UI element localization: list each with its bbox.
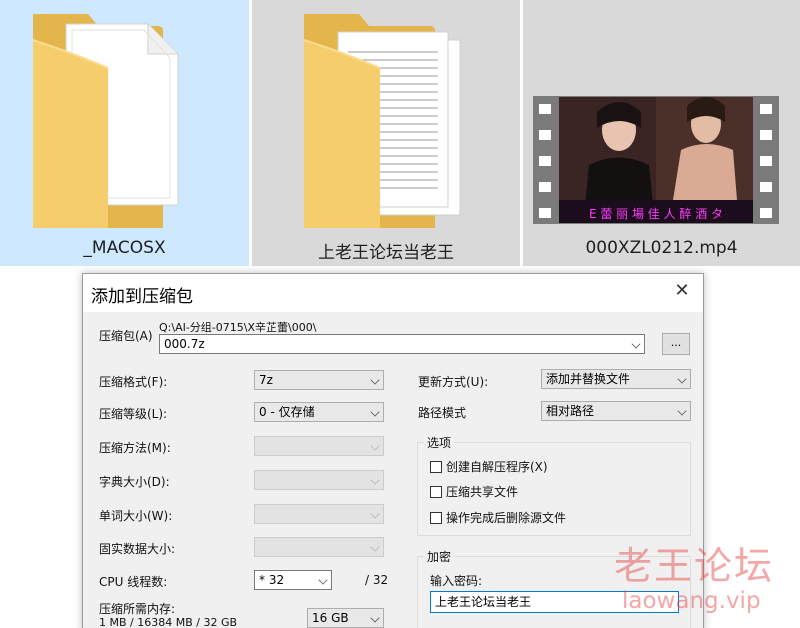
- word-select[interactable]: [254, 504, 384, 524]
- word-label: 单词大小(W):: [99, 509, 173, 523]
- archive-name-value: 000.7z: [164, 337, 205, 351]
- folder-tile-laowang[interactable]: 上老王论坛当老王: [252, 0, 520, 266]
- method-select[interactable]: [254, 436, 384, 456]
- sfx-checkbox-label: 创建自解压程序(X): [446, 460, 548, 474]
- chevron-down-icon: [370, 509, 380, 519]
- archive-name-input[interactable]: 000.7z: [159, 334, 645, 354]
- method-label: 压缩方法(M):: [99, 441, 171, 455]
- format-label: 压缩格式(F):: [99, 375, 168, 389]
- chevron-down-icon: [370, 613, 380, 623]
- update-value: 添加并替换文件: [546, 372, 631, 386]
- threads-select[interactable]: * 32: [254, 570, 332, 590]
- memory-select[interactable]: 16 GB: [307, 608, 384, 628]
- update-select[interactable]: 添加并替换文件: [541, 369, 691, 389]
- add-to-archive-dialog: 添加到压缩包 ✕ 压缩包(A) Q:\AI-分组-0715\X辛芷蕾\000\ …: [82, 273, 704, 628]
- chevron-down-icon: [318, 575, 328, 585]
- sfx-checkbox[interactable]: 创建自解压程序(X): [430, 458, 548, 475]
- dict-label: 字典大小(D):: [99, 475, 170, 489]
- threads-label: CPU 线程数:: [99, 575, 168, 589]
- chevron-down-icon: [677, 374, 687, 384]
- level-value: 0 - 仅存储: [259, 405, 315, 419]
- pathmode-select[interactable]: 相对路径: [541, 401, 691, 421]
- checkbox-icon: [430, 461, 442, 473]
- encryption-legend: 加密: [424, 548, 455, 565]
- file-explorer-view: _MACOSX 上老王论坛当老王 E 蕾 丽 場 佳 人 醉 酒 タ 000XZ…: [0, 0, 800, 266]
- shared-files-checkbox-label: 压缩共享文件: [446, 485, 519, 499]
- chevron-down-icon: [370, 475, 380, 485]
- shared-files-checkbox[interactable]: 压缩共享文件: [430, 483, 518, 500]
- folder-name: _MACOSX: [83, 238, 166, 258]
- chevron-down-icon: [677, 406, 687, 416]
- close-button[interactable]: ✕: [671, 280, 693, 302]
- archive-path: Q:\AI-分组-0715\X辛芷蕾\000\: [159, 321, 317, 334]
- delete-after-checkbox[interactable]: 操作完成后删除源文件: [430, 509, 566, 526]
- memory-detail: 1 MB / 16384 MB / 32 GB: [99, 616, 238, 628]
- archive-label: 压缩包(A): [99, 329, 153, 343]
- watermark-en: laowang.vip: [622, 588, 761, 614]
- browse-button[interactable]: ...: [662, 333, 690, 355]
- folder-icon: [32, 14, 179, 228]
- video-tile[interactable]: E 蕾 丽 場 佳 人 醉 酒 タ 000XZL0212.mp4: [523, 0, 800, 266]
- video-subtitle-text: E 蕾 丽 場 佳 人 醉 酒 タ: [589, 206, 723, 221]
- delete-after-checkbox-label: 操作完成后删除源文件: [446, 511, 567, 525]
- pathmode-value: 相对路径: [546, 404, 595, 418]
- memory-value: 16 GB: [312, 611, 349, 625]
- threads-value: * 32: [259, 573, 285, 587]
- dict-select[interactable]: [254, 470, 384, 490]
- format-value: 7z: [259, 373, 273, 387]
- watermark-cn: 老王论坛: [614, 544, 775, 588]
- dialog-title: 添加到压缩包: [91, 287, 193, 307]
- password-label: 输入密码:: [430, 574, 483, 588]
- pathmode-label: 路径模式: [418, 406, 467, 420]
- memory-label: 压缩所需内存:: [99, 602, 176, 616]
- threads-max: / 32: [365, 573, 389, 587]
- folder-tile-macosx[interactable]: _MACOSX: [0, 0, 249, 266]
- level-label: 压缩等级(L):: [99, 407, 168, 421]
- level-select[interactable]: 0 - 仅存储: [254, 402, 384, 422]
- video-thumbnail-icon: E 蕾 丽 場 佳 人 醉 酒 タ: [533, 96, 779, 224]
- dialog-titlebar[interactable]: 添加到压缩包 ✕: [83, 274, 703, 312]
- solid-select[interactable]: [254, 537, 384, 557]
- folder-name: 上老王论坛当老王: [318, 243, 454, 263]
- update-label: 更新方式(U):: [418, 375, 489, 389]
- solid-label: 固实数据大小:: [99, 542, 176, 556]
- chevron-down-icon: [370, 542, 380, 552]
- folder-with-documents-icon: [303, 14, 461, 228]
- checkbox-icon: [430, 512, 442, 524]
- video-file-name: 000XZL0212.mp4: [585, 238, 738, 258]
- options-legend: 选项: [424, 434, 455, 451]
- chevron-down-icon: [631, 339, 641, 349]
- chevron-down-icon: [370, 375, 380, 385]
- format-select[interactable]: 7z: [254, 370, 384, 390]
- chevron-down-icon: [370, 441, 380, 451]
- checkbox-icon: [430, 486, 442, 498]
- chevron-down-icon: [370, 407, 380, 417]
